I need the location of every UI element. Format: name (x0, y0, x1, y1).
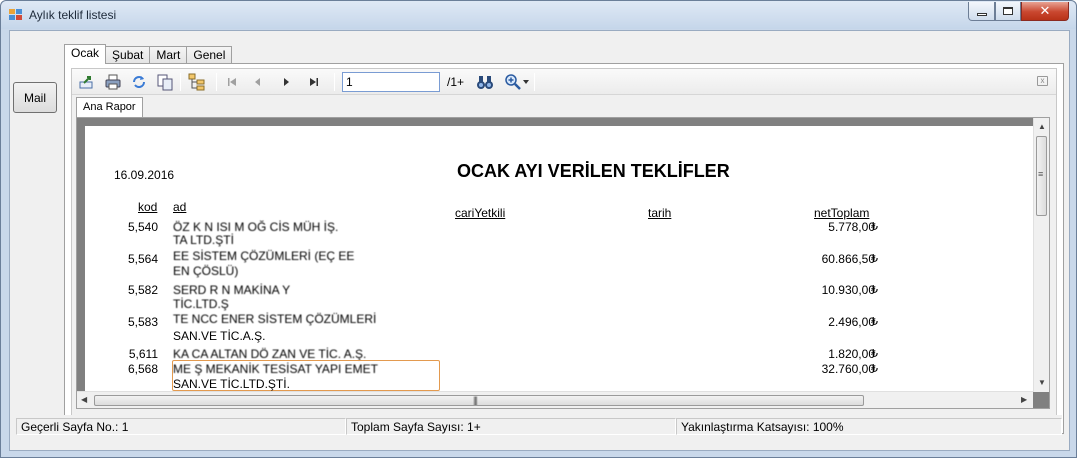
copy-icon[interactable] (156, 73, 174, 91)
next-page-icon[interactable] (278, 73, 294, 91)
row-currency: ₺ (871, 220, 878, 233)
status-zoom: Yakınlaştırma Katsayısı: 100% (676, 418, 1062, 435)
scroll-left-icon[interactable]: ◀ (81, 395, 87, 405)
horizontal-scrollbar[interactable]: ◀ ||| ▶ (77, 391, 1033, 408)
client-area: Mail Ocak Şubat Mart Genel 1 /1+ x Ana R… (9, 30, 1070, 451)
page-total-label: /1+ (447, 75, 465, 89)
close-icon: ✕ (1039, 3, 1051, 19)
first-page-icon[interactable] (224, 73, 240, 91)
toolbar-separator (180, 73, 181, 91)
status-current-page: Geçerli Sayfa No.: 1 (16, 418, 346, 435)
row-ad: TE NCC ENER SİSTEM ÇÖZÜMLERİ (173, 312, 377, 326)
row-net: 32.760,00 (821, 362, 875, 376)
close-button[interactable]: ✕ (1021, 2, 1069, 21)
status-bar: Geçerli Sayfa No.: 1 Toplam Sayfa Sayısı… (16, 415, 1062, 439)
row-ad-line2: TA LTD.ŞTİ (173, 233, 234, 247)
minimize-button[interactable] (968, 2, 995, 21)
window-title: Aylık teklif listesi (29, 8, 117, 22)
row-ad: SERD R N MAKİNA Y (173, 283, 291, 297)
report-title: OCAK AYI VERİLEN TEKLİFLER (457, 161, 730, 181)
report-viewer: 1 /1+ x Ana Rapor 16.09.2016 OCAK AYI VE… (71, 68, 1057, 428)
row-net: 2.496,00 (828, 315, 875, 329)
report-page: 16.09.2016 OCAK AYI VERİLEN TEKLİFLER ko… (85, 126, 1033, 392)
horizontal-scroll-thumb[interactable]: ||| (94, 395, 864, 406)
row-kod: 5,611 (128, 347, 158, 361)
minimize-icon (976, 12, 987, 16)
row-ad-line2: TİC.LTD.Ş (173, 297, 229, 311)
zoom-icon[interactable] (504, 73, 522, 91)
scroll-down-icon[interactable]: ▼ (1038, 378, 1046, 388)
app-window: Aylık teklif listesi ✕ Mail Ocak Şubat M… (0, 0, 1077, 458)
row-kod: 6,568 (127, 362, 158, 376)
last-page-icon[interactable] (306, 73, 322, 91)
row-kod: 5,540 (127, 220, 158, 234)
page-number-input[interactable]: 1 (342, 72, 440, 92)
row-currency: ₺ (871, 347, 878, 360)
row-ad-line2: SAN.VE TİC.LTD.ŞTİ. (173, 377, 290, 391)
tab-ocak[interactable]: Ocak (64, 44, 107, 64)
toolbar-separator (534, 73, 535, 91)
column-header-kod: kod (138, 200, 158, 214)
row-currency: ₺ (871, 315, 878, 328)
binoculars-icon[interactable] (476, 73, 494, 91)
row-currency: ₺ (871, 362, 878, 375)
row-ad-line2: SAN.VE TİC.A.Ş. (173, 329, 266, 343)
column-header-nettoplam: netToplam (814, 206, 870, 220)
status-total-pages: Toplam Sayfa Sayısı: 1+ (346, 418, 676, 435)
row-kod: 5,564 (127, 252, 158, 266)
maximize-icon (1003, 7, 1013, 15)
app-icon (9, 9, 23, 21)
vertical-scroll-thumb[interactable]: ≡ (1036, 136, 1047, 216)
row-kod: 5,583 (127, 315, 158, 329)
month-tabs: Ocak Şubat Mart Genel (64, 44, 233, 64)
row-net: 10.930,00 (821, 283, 875, 297)
toolbar-separator (216, 73, 217, 91)
column-header-tarih: tarih (648, 206, 672, 220)
column-header-cariyetkili: cariYetkili (455, 206, 506, 220)
export-icon[interactable] (78, 73, 96, 91)
row-net: 5.778,00 (828, 220, 875, 234)
row-ad: KA CA ALTAN DÖ ZAN VE TİC. A.Ş. (173, 347, 367, 361)
report-date: 16.09.2016 (114, 168, 175, 182)
tab-ana-rapor[interactable]: Ana Rapor (76, 97, 143, 117)
scroll-up-icon[interactable]: ▲ (1038, 122, 1046, 132)
scroll-right-icon[interactable]: ▶ (1021, 395, 1027, 405)
column-header-ad: ad (173, 200, 187, 214)
row-ad: ME Ş MEKANİK TESİSAT YAPI EMET (173, 362, 378, 376)
row-currency: ₺ (871, 283, 878, 296)
mail-button[interactable]: Mail (13, 82, 57, 113)
tab-page-ocak: 1 /1+ x Ana Rapor 16.09.2016 OCAK AYI VE… (64, 63, 1064, 434)
row-kod: 5,582 (127, 283, 158, 297)
row-currency: ₺ (871, 252, 878, 265)
toolbar-separator (334, 73, 335, 91)
report-canvas: 16.09.2016 OCAK AYI VERİLEN TEKLİFLER ko… (76, 117, 1050, 409)
title-bar[interactable]: Aylık teklif listesi ✕ (1, 1, 1076, 29)
vertical-scrollbar[interactable]: ▲ ≡ ▼ (1033, 118, 1049, 392)
close-toolbar-icon[interactable]: x (1037, 76, 1048, 86)
row-ad: ÖZ K N ISI M OĞ CİS MÜH İŞ. (173, 220, 339, 234)
tab-subat[interactable]: Şubat (105, 46, 151, 64)
tab-genel[interactable]: Genel (186, 46, 233, 64)
row-net: 60.866,50 (821, 252, 875, 266)
row-ad: EE SİSTEM ÇÖZÜMLERİ (EÇ EE (173, 249, 355, 263)
print-icon[interactable] (104, 73, 122, 91)
refresh-icon[interactable] (130, 73, 148, 91)
maximize-button[interactable] (995, 2, 1021, 21)
row-net: 1.820,00 (828, 347, 875, 361)
tab-mart[interactable]: Mart (149, 46, 188, 64)
previous-page-icon[interactable] (250, 73, 266, 91)
row-ad-line2: EN ÇÖSLÜ) (173, 264, 239, 278)
viewer-toolbar: 1 /1+ x (72, 69, 1056, 95)
chevron-down-icon[interactable] (523, 80, 529, 84)
group-tree-icon[interactable] (188, 73, 206, 91)
